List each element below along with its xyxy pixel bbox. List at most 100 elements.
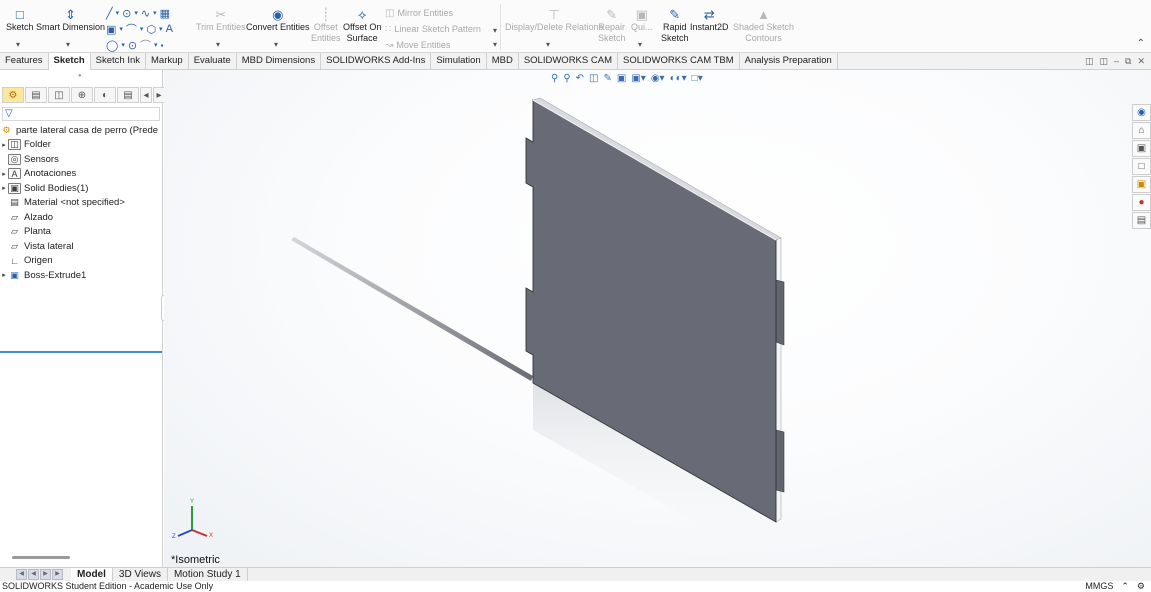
- rapid-sketch-button[interactable]: ✎ Rapid Sketch: [661, 6, 689, 44]
- tab-mbd-dimensions[interactable]: MBD Dimensions: [237, 53, 322, 70]
- offset-on-surface-button[interactable]: ⟡ Offset On Surface: [343, 6, 381, 44]
- tab-markup[interactable]: Markup: [146, 53, 189, 70]
- display-style-icon[interactable]: ▣▾: [631, 73, 645, 84]
- feature-manager-tab-icon[interactable]: ⚙: [2, 87, 24, 103]
- quick-snaps-dropdown-icon[interactable]: ▾: [638, 40, 642, 49]
- line-icon[interactable]: ╱: [106, 7, 113, 20]
- customize-status-icon[interactable]: ⚙: [1137, 581, 1145, 592]
- tab-mbd[interactable]: MBD: [487, 53, 519, 70]
- move-entities-button[interactable]: ↝ Move Entities: [385, 38, 450, 52]
- units-selector[interactable]: MMGS: [1085, 581, 1113, 592]
- expand-icon[interactable]: ▸: [0, 271, 8, 279]
- offset-entities-button[interactable]: ┊ Offset Entities: [311, 6, 341, 44]
- trim-entities-button[interactable]: ✂ Trim Entities: [196, 6, 246, 33]
- expand-icon[interactable]: ▸: [0, 170, 8, 178]
- tab-simulation[interactable]: Simulation: [431, 53, 487, 70]
- tree-item-alzado[interactable]: ▱ Alzado: [0, 210, 163, 225]
- collapse-ribbon-icon[interactable]: ⌃: [1137, 38, 1145, 49]
- text-icon[interactable]: A: [166, 23, 173, 35]
- display-manager-tab-icon[interactable]: ◐: [94, 87, 116, 103]
- tab-solidworks-cam[interactable]: SOLIDWORKS CAM: [519, 53, 618, 70]
- sketch-dropdown-icon[interactable]: ▾: [16, 40, 20, 49]
- horizontal-scrollbar[interactable]: [12, 556, 70, 559]
- polygon-icon[interactable]: ⬡: [146, 23, 156, 36]
- convert-entities-button[interactable]: ◉ Convert Entities: [246, 6, 310, 33]
- tree-item-sensors[interactable]: ◎ Sensors: [0, 152, 163, 167]
- tree-item-vista-lateral[interactable]: ▱ Vista lateral: [0, 239, 163, 254]
- tree-item-solid-bodies[interactable]: ▸ ▣ Solid Bodies(1): [0, 181, 163, 196]
- section-view-icon[interactable]: ◫: [589, 73, 598, 84]
- custom-properties-icon[interactable]: ▤: [1132, 212, 1151, 229]
- design-library-icon[interactable]: ▣: [1132, 140, 1151, 157]
- tree-item-material[interactable]: ▤ Material <not specified>: [0, 196, 163, 211]
- graphics-area[interactable]: Y X Z ⚲ ⚲ ↶ ◫ ✎ ▣ ▣▾ ◉▾ ◐◐▾ □▾ ◉ ⌂ ▣ □ ▣…: [164, 70, 1151, 567]
- slot-icon[interactable]: ◯: [106, 39, 118, 52]
- point-icon[interactable]: ⊙: [128, 39, 137, 52]
- tab-sketch-ink[interactable]: Sketch Ink: [91, 53, 147, 70]
- view-palette-icon[interactable]: ▣: [1132, 176, 1151, 193]
- mirror-entities-button[interactable]: ◫ Mirror Entities: [385, 6, 453, 20]
- convert-dropdown-icon[interactable]: ▾: [274, 40, 278, 49]
- minimize-icon[interactable]: –: [1114, 56, 1119, 67]
- last-tab-icon[interactable]: ▶: [52, 569, 63, 580]
- appearances-icon[interactable]: ●: [1132, 194, 1151, 211]
- tab-motion-study-1[interactable]: Motion Study 1: [168, 567, 248, 582]
- fillet-icon[interactable]: ⌒: [140, 37, 151, 53]
- linear-sketch-pattern-button[interactable]: ∷ Linear Sketch Pattern: [385, 22, 481, 36]
- view-orientation-icon[interactable]: ▣: [617, 73, 626, 84]
- home-icon[interactable]: ⌂: [1132, 122, 1151, 139]
- circle-icon[interactable]: ⊙: [122, 7, 131, 20]
- filter-icon[interactable]: ▽: [2, 107, 160, 121]
- tab-scroll-left-icon[interactable]: ◂: [140, 87, 152, 103]
- file-explorer-icon[interactable]: □: [1132, 158, 1151, 175]
- tab-solidworks-add-ins[interactable]: SOLIDWORKS Add-Ins: [321, 53, 432, 70]
- rectangle-icon[interactable]: ▣: [106, 23, 116, 36]
- dynamic-annotation-icon[interactable]: ✎: [604, 73, 612, 84]
- zoom-to-area-icon[interactable]: ⚲: [563, 73, 570, 84]
- close-icon[interactable]: ✕: [1137, 56, 1145, 67]
- panel-grip-icon[interactable]: ●: [78, 73, 82, 79]
- smart-dimension-button[interactable]: ⇕ Smart Dimension: [36, 6, 105, 33]
- view-settings-icon[interactable]: □▾: [692, 73, 703, 84]
- units-dropdown-icon[interactable]: ⌃: [1121, 581, 1129, 592]
- display-delete-relations-button[interactable]: ⊤ Display/Delete Relations: [505, 6, 603, 33]
- tree-item-planta[interactable]: ▱ Planta: [0, 225, 163, 240]
- tile-icon[interactable]: ◫: [1085, 56, 1094, 67]
- arc-icon[interactable]: ⌒: [126, 21, 137, 37]
- tab-3d-views[interactable]: 3D Views: [113, 567, 168, 582]
- tab-evaluate[interactable]: Evaluate: [189, 53, 237, 70]
- instant2d-button[interactable]: ⇄ Instant2D: [690, 6, 729, 33]
- plane-sketch-icon[interactable]: ▦: [160, 7, 170, 20]
- cam-tab-icon[interactable]: ▤: [117, 87, 139, 103]
- tree-item-anotaciones[interactable]: ▸ A Anotaciones: [0, 167, 163, 182]
- next-tab-icon[interactable]: ▶: [40, 569, 51, 580]
- restore-icon[interactable]: ⧉: [1125, 56, 1131, 67]
- tree-item-folder[interactable]: ▸ ◫ Folder: [0, 138, 163, 153]
- property-manager-tab-icon[interactable]: ▤: [25, 87, 47, 103]
- tree-item-origen[interactable]: ∟ Origen: [0, 254, 163, 269]
- sketch-button[interactable]: □ Sketch: [6, 6, 34, 33]
- tab-model[interactable]: Model: [71, 567, 113, 582]
- appearance-icon[interactable]: ◐◐▾: [670, 73, 687, 84]
- tab-features[interactable]: Features: [0, 53, 49, 70]
- spline-icon[interactable]: ∿: [141, 7, 150, 20]
- expand-icon[interactable]: ▸: [0, 141, 8, 149]
- repair-sketch-button[interactable]: ✎ Repair Sketch: [598, 6, 626, 44]
- previous-view-icon[interactable]: ↶: [576, 73, 584, 84]
- tab-solidworks-cam-tbm[interactable]: SOLIDWORKS CAM TBM: [618, 53, 740, 70]
- first-tab-icon[interactable]: ◀: [16, 569, 27, 580]
- move-dropdown-icon[interactable]: ▾: [493, 40, 497, 49]
- expand-icon[interactable]: ▸: [0, 184, 8, 192]
- quick-snaps-button[interactable]: ▣ Qui...: [631, 6, 653, 33]
- sketch-tools-dropdown-icon[interactable]: ▾: [216, 40, 220, 49]
- tab-analysis-preparation[interactable]: Analysis Preparation: [740, 53, 838, 70]
- tree-item-boss-extrude1[interactable]: ▸ ▣ Boss-Extrude1: [0, 268, 163, 283]
- tab-sketch[interactable]: Sketch: [48, 53, 91, 70]
- rollback-bar[interactable]: [0, 351, 162, 353]
- point-dot-icon[interactable]: ▪: [161, 41, 164, 50]
- dimxpert-tab-icon[interactable]: ⊕: [71, 87, 93, 103]
- previous-tab-icon[interactable]: ◀: [28, 569, 39, 580]
- zoom-to-fit-icon[interactable]: ⚲: [551, 73, 558, 84]
- split-icon[interactable]: ◫: [1099, 56, 1108, 67]
- relations-dropdown-icon[interactable]: ▾: [546, 40, 550, 49]
